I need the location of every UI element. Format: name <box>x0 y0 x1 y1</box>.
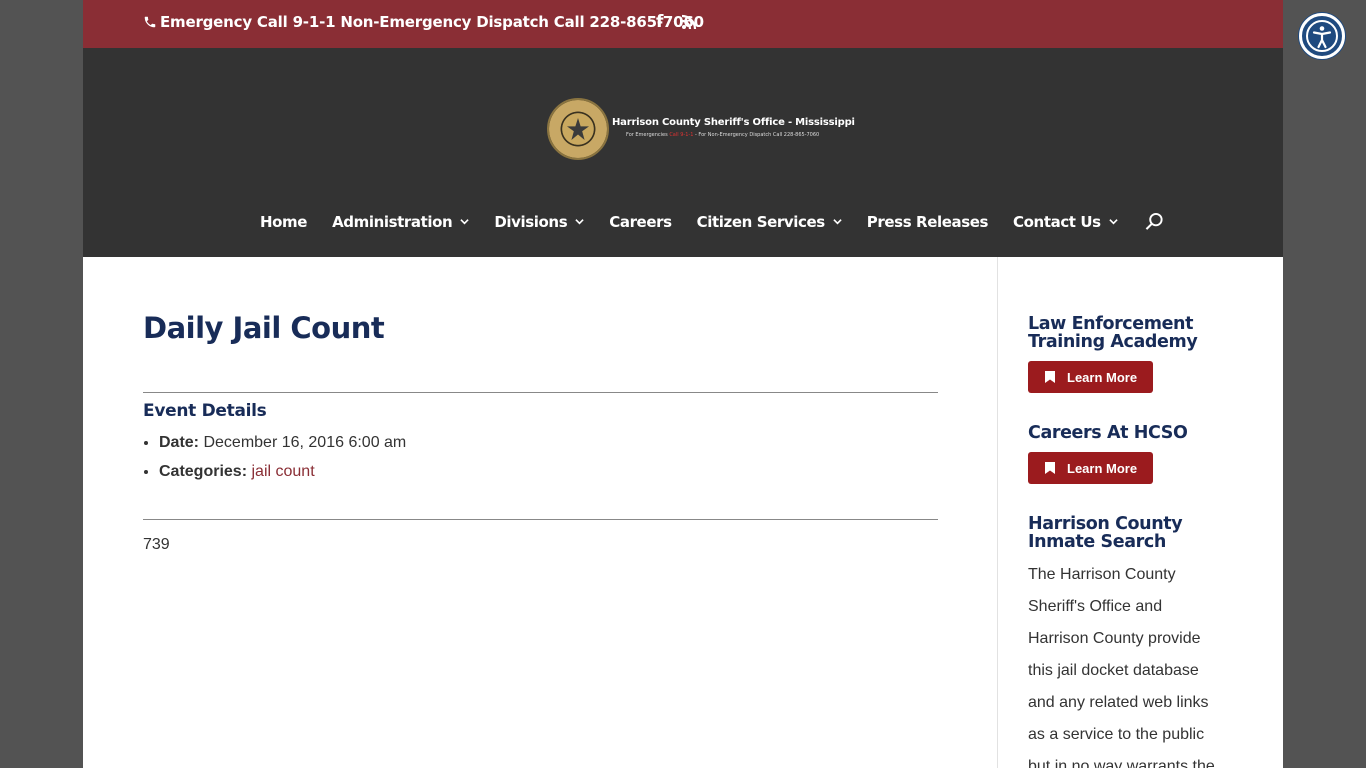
phone-icon <box>144 16 156 28</box>
training-academy-learn-more-button[interactable]: Learn More <box>1028 361 1153 393</box>
event-details-title: Event Details <box>143 401 267 421</box>
sheriff-badge-logo <box>547 98 609 160</box>
content-area: Daily Jail Count Event Details Date: Dec… <box>83 257 1283 768</box>
social-links: f <box>656 13 697 31</box>
nav-item-divisions[interactable]: Divisions <box>494 213 584 231</box>
search-icon[interactable] <box>1145 212 1164 231</box>
chevron-down-icon <box>833 219 842 225</box>
nav-item-home[interactable]: Home <box>260 213 307 231</box>
widget-title-training-academy: Law Enforcement Training Academy <box>1028 314 1198 352</box>
site-logo[interactable]: Harrison County Sheriff's Office - Missi… <box>547 98 855 160</box>
logo-title: Harrison County Sheriff's Office - Missi… <box>612 116 855 128</box>
chevron-down-icon <box>575 219 584 225</box>
divider <box>143 392 938 393</box>
nav-item-citizen-services[interactable]: Citizen Services <box>697 213 842 231</box>
inmate-search-text: The Harrison County Sheriff's Office and… <box>1028 566 1215 768</box>
top-bar: Emergency Call 9-1-1 Non-Emergency Dispa… <box>83 0 1283 48</box>
emergency-phone-text: Emergency Call 9-1-1 Non-Emergency Dispa… <box>160 13 704 31</box>
event-categories: Categories: jail count <box>159 462 406 481</box>
facebook-icon[interactable]: f <box>656 13 663 31</box>
nav-item-administration[interactable]: Administration <box>332 213 470 231</box>
careers-learn-more-button[interactable]: Learn More <box>1028 452 1153 484</box>
widget-title-careers: Careers At HCSO <box>1028 423 1188 443</box>
rss-icon[interactable] <box>681 14 697 30</box>
bookmark-icon <box>1045 462 1055 474</box>
category-link[interactable]: jail count <box>251 463 314 480</box>
page-title: Daily Jail Count <box>143 311 385 345</box>
event-details-list: Date: December 16, 2016 6:00 am Categori… <box>159 433 406 491</box>
nav-item-press-releases[interactable]: Press Releases <box>867 213 989 231</box>
page-container: Emergency Call 9-1-1 Non-Emergency Dispa… <box>83 0 1283 768</box>
chevron-down-icon <box>460 219 470 225</box>
widget-title-inmate-search: Harrison County Inmate Search <box>1028 514 1183 552</box>
logo-subtitle: For Emergencies Call 9-1-1 - For Non-Eme… <box>626 131 820 138</box>
jail-count-value: 739 <box>143 536 170 553</box>
sidebar-divider <box>997 257 998 768</box>
nav-item-careers[interactable]: Careers <box>609 213 672 231</box>
accessibility-button[interactable] <box>1299 13 1345 59</box>
emergency-phone: Emergency Call 9-1-1 Non-Emergency Dispa… <box>143 13 704 31</box>
main-nav: Home Administration Divisions Careers Ci… <box>260 212 1164 231</box>
chevron-down-icon <box>1109 219 1118 225</box>
divider <box>143 519 938 520</box>
event-date: Date: December 16, 2016 6:00 am <box>159 433 406 452</box>
bookmark-icon <box>1045 371 1055 383</box>
nav-item-contact-us[interactable]: Contact Us <box>1013 213 1118 231</box>
accessibility-icon <box>1306 20 1338 52</box>
site-header: Harrison County Sheriff's Office - Missi… <box>83 48 1283 257</box>
